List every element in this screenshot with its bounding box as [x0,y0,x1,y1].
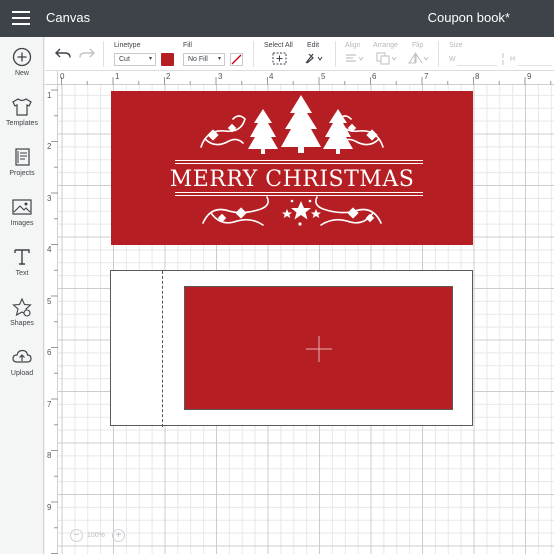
size-width-label: W [449,56,456,63]
ruler-left-label: 6 [47,348,52,357]
fill-value: No Fill [188,56,208,63]
edit-tools-icon[interactable] [304,52,324,65]
ruler-left-label: 8 [47,451,52,460]
sidebar-label-images: Images [10,220,34,227]
arrange-icon[interactable] [376,52,398,65]
card-bottom-rule [175,192,423,193]
ruler-left-label: 2 [47,142,52,151]
flip-icon[interactable] [408,52,430,65]
menu-icon[interactable] [12,11,30,25]
fill-label: Fill [183,42,192,49]
sidebar-item-templates[interactable]: Templates [0,97,44,143]
zoom-in-button[interactable]: + [112,529,125,542]
ruler-left-label: 5 [47,297,52,306]
ruler-left-ticks [51,89,58,554]
ruler-top-label: 8 [475,72,480,81]
fill-color-swatch-icon[interactable] [230,53,243,66]
select-all-label: Select All [264,42,293,49]
document-title[interactable]: Coupon book* [428,10,510,25]
toolbar-divider [438,41,439,67]
sidebar-label-shapes: Shapes [10,320,34,327]
ruler-top-label: 5 [321,72,326,81]
flip-label: Flip [412,42,424,49]
chevron-down-icon: ▾ [148,56,152,62]
align-label: Align [345,42,361,49]
toolbar-divider [103,41,104,67]
sidebar-label-projects: Projects [9,170,35,177]
select-all-icon[interactable] [272,52,287,65]
ruler-left-label: 3 [47,194,52,203]
toolbar-divider [335,41,336,67]
upload-cloud-icon [12,349,32,363]
size-height-input[interactable] [518,53,552,66]
ruler-top-label: 0 [60,72,65,81]
card-bottom-rule [175,195,423,196]
ruler-left-label: 4 [47,245,52,254]
zoom-level: 100% [87,532,105,539]
ruler-top-label: 9 [527,72,532,81]
fill-select[interactable]: No Fill ▾ [183,53,225,66]
card-top-rule [175,160,423,161]
linetype-color-swatch[interactable] [161,53,174,66]
zoom-control: − 100% + [66,527,128,545]
ruler-top-label: 7 [424,72,429,81]
toolbar: Linetype Cut ▾ Fill No Fill ▾ Select All… [45,37,554,71]
ruler-top-label: 4 [269,72,274,81]
shapes-icon [12,297,32,317]
sidebar-item-text[interactable]: Text [0,247,44,293]
undo-icon[interactable] [55,47,71,61]
plus-circle-icon [12,47,32,67]
sidebar-item-new[interactable]: New [0,47,44,93]
ruler-top-label: 6 [372,72,377,81]
coupon-red-rectangle[interactable] [184,286,453,410]
christmas-card-design[interactable]: MERRY CHRISTMAS [111,91,473,245]
app-title: Canvas [46,10,91,25]
design-canvas[interactable]: MERRY CHRISTMAS [58,85,554,554]
size-height-label: H [510,56,516,63]
ruler-top-label: 2 [166,72,171,81]
ruler-left-label: 9 [47,503,52,512]
linetype-label: Linetype [114,42,141,49]
sidebar-item-shapes[interactable]: Shapes [0,297,44,343]
sidebar-item-upload[interactable]: Upload [0,347,44,393]
lock-aspect-icon[interactable] [499,51,507,67]
shirt-icon [12,98,32,116]
zoom-out-button[interactable]: − [70,529,83,542]
linetype-value: Cut [119,56,130,63]
ruler-top-label: 1 [115,72,120,81]
edit-label: Edit [307,42,320,49]
ruler-left-label: 7 [47,400,52,409]
text-icon [14,249,30,265]
size-width-input[interactable] [457,53,497,66]
redo-icon[interactable] [79,47,95,61]
card-top-rule [175,163,423,164]
ruler-top-label: 3 [218,72,223,81]
sidebar-label-new: New [14,70,29,77]
ruler-top-ticks [61,77,552,85]
move-crosshair-icon[interactable] [304,334,334,364]
sidebar-label-upload: Upload [10,370,34,377]
ruler-left-label: 1 [47,91,52,100]
top-bar: Canvas Coupon book* [0,0,554,37]
chevron-down-icon: ▾ [217,56,221,62]
sidebar-label-text: Text [15,270,29,277]
linetype-select[interactable]: Cut ▾ [114,53,156,66]
align-icon[interactable] [345,53,365,64]
card-headline[interactable]: MERRY CHRISTMAS [111,167,473,192]
toolbar-divider [253,41,254,67]
size-label: Size [449,42,463,49]
ruler-top: 0 1 2 3 4 5 6 7 8 9 [58,71,554,85]
ruler-corner [45,71,58,85]
perforation-line [162,271,163,427]
sidebar-label-templates: Templates [6,120,38,127]
ruler-left: 1 2 3 4 5 6 7 8 9 [45,85,58,554]
coupon-template[interactable] [110,270,473,427]
left-sidebar: New Templates Projects Images Text Shape… [0,37,44,554]
arrange-label: Arrange [373,42,398,49]
projects-icon [15,148,30,166]
sidebar-item-images[interactable]: Images [0,197,44,243]
image-icon [12,199,32,215]
sidebar-item-projects[interactable]: Projects [0,147,44,193]
